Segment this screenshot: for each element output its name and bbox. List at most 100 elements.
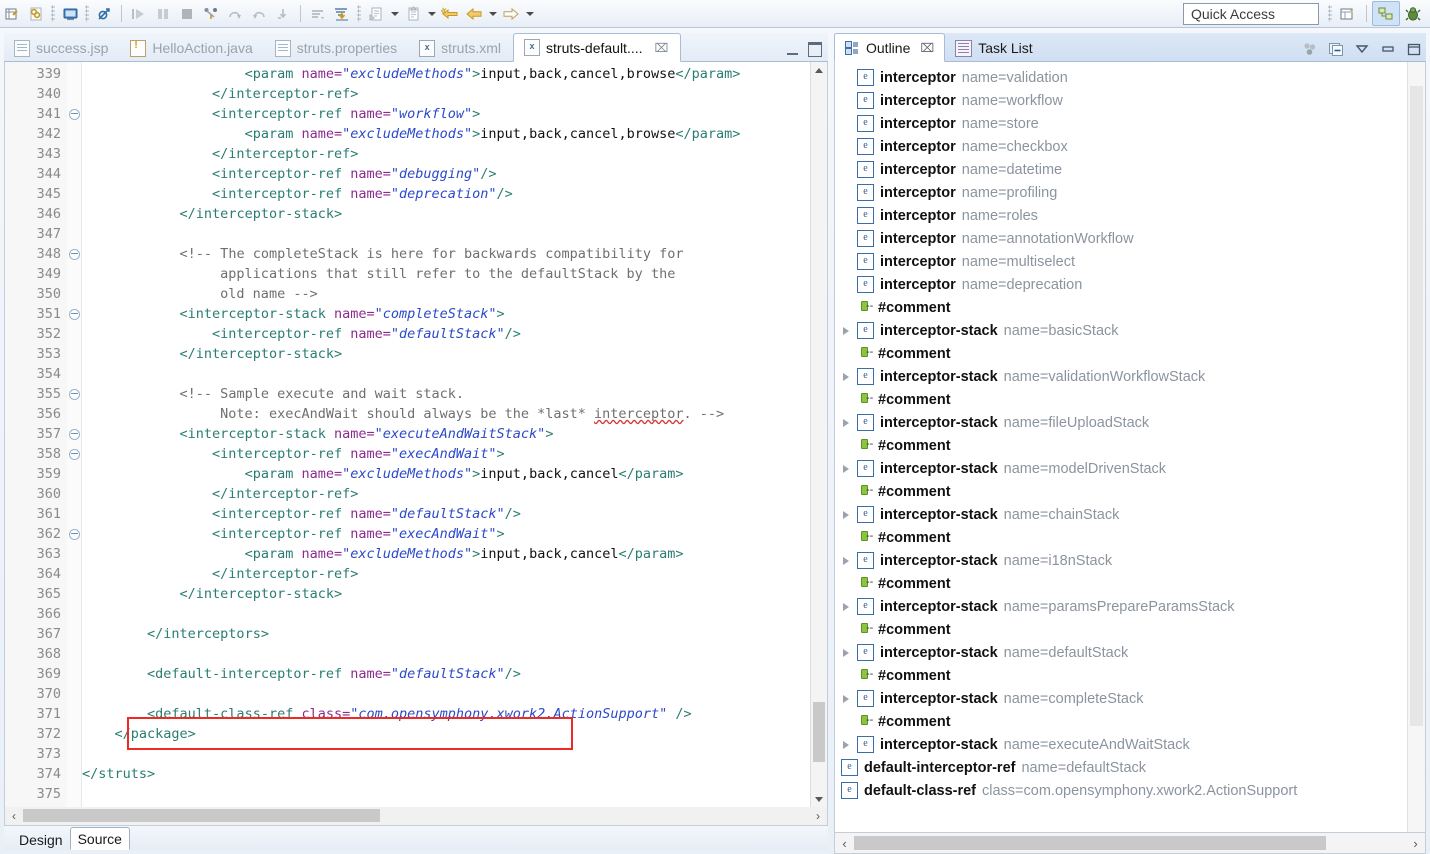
quick-access-input[interactable]: Quick Access [1183,2,1319,25]
outline-item[interactable]: e interceptor-stack name=paramsPreparePara… [835,595,1407,618]
code-line[interactable]: </struts> [82,764,827,784]
outline-item[interactable]: e interceptor name=deprecation [835,273,1407,296]
chevron-right-icon[interactable] [835,733,857,756]
outline-item[interactable]: e interceptor-stack name=i18nStack [835,549,1407,572]
code-line[interactable]: <default-interceptor-ref name="defaultSt… [82,664,827,684]
view-menu-icon[interactable] [1353,41,1370,57]
perspective-drag-handle[interactable] [1328,5,1332,22]
fold-marker[interactable] [67,424,81,444]
view-tab-outline[interactable]: Outline ⌧ [834,33,946,62]
open-type-dropdown-icon[interactable] [425,3,438,25]
code-line[interactable]: <param name="excludeMethods">input,back,… [82,64,827,84]
outline-item[interactable]: e interceptor name=workflow [835,89,1407,112]
code-line[interactable]: </interceptors> [82,624,827,644]
java-ee-perspective-icon[interactable] [1372,1,1400,26]
minimize-icon[interactable] [1379,41,1396,57]
code-line[interactable]: </interceptor-stack> [82,204,827,224]
code-line[interactable]: <interceptor-ref name="deprecation"/> [82,184,827,204]
chevron-right-icon[interactable] [835,319,857,342]
code-line[interactable]: </interceptor-stack> [82,584,827,604]
code-line[interactable]: </interceptor-stack> [82,344,827,364]
toolbar-drag-handle[interactable] [51,5,55,22]
scroll-right-arrow[interactable]: › [809,808,827,824]
editor-page-tab-source[interactable]: Source [69,827,130,850]
code-line[interactable]: </interceptor-ref> [82,484,827,504]
outline-item[interactable]: #comment [835,710,1407,733]
horizontal-scrollbar-thumb[interactable] [23,809,380,822]
code-line[interactable]: </package> [82,724,827,744]
fold-markers[interactable] [67,64,81,804]
minimize-icon[interactable] [787,44,798,55]
outline-item[interactable]: e interceptor-stack name=validationWorkflo… [835,365,1407,388]
outline-item[interactable]: #comment [835,664,1407,687]
terminate-icon[interactable] [175,3,199,25]
view-tab-task-list[interactable]: Task List [945,35,1042,61]
save-icon[interactable] [24,3,48,25]
outline-item[interactable]: #comment [835,296,1407,319]
chevron-right-icon[interactable] [835,549,857,572]
outline-item[interactable]: e default-interceptor-ref name=defaultStac… [835,756,1407,779]
code-line[interactable]: </interceptor-ref> [82,564,827,584]
fold-marker[interactable] [67,104,81,124]
scroll-left-arrow[interactable]: ‹ [5,808,23,824]
forward-icon[interactable] [499,3,523,25]
back-dropdown-icon[interactable] [486,3,499,25]
editor-page-tab-design[interactable]: Design [12,829,70,850]
code-line[interactable]: <param name="excludeMethods">input,back,… [82,124,827,144]
outline-vscroll-thumb[interactable] [1410,86,1423,726]
toggle-step-filters-icon[interactable] [330,3,354,25]
code-line[interactable]: <interceptor-ref name="execAndWait"> [82,524,827,544]
outline-vertical-scrollbar[interactable] [1407,62,1425,832]
code-line[interactable]: <interceptor-ref name="defaultStack"/> [82,504,827,524]
code-content[interactable]: <param name="excludeMethods">input,back,… [82,64,827,804]
back-icon[interactable] [462,3,486,25]
new-wizard-icon[interactable] [0,3,24,25]
outline-item[interactable]: #comment [835,434,1407,457]
outline-item[interactable]: e interceptor name=store [835,112,1407,135]
outline-scroll-right-arrow[interactable]: › [1406,834,1425,852]
outline-item[interactable]: #comment [835,526,1407,549]
code-line[interactable]: <interceptor-stack name="completeStack"> [82,304,827,324]
code-line[interactable]: <interceptor-ref name="debugging"/> [82,164,827,184]
outline-item[interactable]: e interceptor name=checkbox [835,135,1407,158]
editor-tab-2[interactable]: HelloAction.java [120,35,264,61]
collapse-all-icon[interactable] [1327,41,1344,57]
outline-item[interactable]: #comment [835,480,1407,503]
outline-item[interactable]: e default-class-ref class=com.opensymphony… [835,779,1407,802]
outline-hscroll-thumb[interactable] [854,836,1326,850]
outline-item[interactable]: e interceptor-stack name=basicStack [835,319,1407,342]
skip-breakpoints-icon[interactable] [92,3,116,25]
outline-item[interactable]: e interceptor-stack name=completeStack [835,687,1407,710]
code-line[interactable]: <param name="excludeMethods">input,back,… [82,464,827,484]
external-tools-icon[interactable] [364,3,388,25]
outline-item[interactable]: e interceptor name=profiling [835,181,1407,204]
fold-marker[interactable] [67,304,81,324]
drop-to-frame-icon[interactable] [271,3,295,25]
close-icon[interactable]: ⌧ [920,41,934,55]
forward-dropdown-icon[interactable] [523,3,536,25]
fold-marker[interactable] [67,524,81,544]
scroll-down-arrow[interactable] [811,791,827,807]
code-line[interactable] [82,744,827,764]
outline-item[interactable]: e interceptor-stack name=chainStack [835,503,1407,526]
chevron-right-icon[interactable] [835,595,857,618]
chevron-right-icon[interactable] [835,365,857,388]
console-icon[interactable] [58,3,82,25]
code-line[interactable]: <param name="excludeMethods">input,back,… [82,544,827,564]
fold-marker[interactable] [67,384,81,404]
chevron-right-icon[interactable] [835,411,857,434]
code-line[interactable] [82,224,827,244]
chevron-right-icon[interactable] [835,641,857,664]
editor-tab-5[interactable]: x struts-default.... ⌧ [513,33,682,62]
code-line[interactable] [82,784,827,804]
outline-item[interactable]: #comment [835,572,1407,595]
code-line[interactable]: <!-- Sample execute and wait stack. [82,384,827,404]
code-line[interactable] [82,644,827,664]
outline-scroll-left-arrow[interactable]: ‹ [835,834,854,852]
toolbar-drag-handle-3[interactable] [357,5,361,22]
code-line[interactable]: old name --> [82,284,827,304]
editor-tab-4[interactable]: x struts.xml [409,35,513,61]
scroll-up-arrow[interactable] [811,62,827,78]
fold-marker[interactable] [67,444,81,464]
code-line[interactable]: Note: execAndWait should always be the *… [82,404,827,424]
